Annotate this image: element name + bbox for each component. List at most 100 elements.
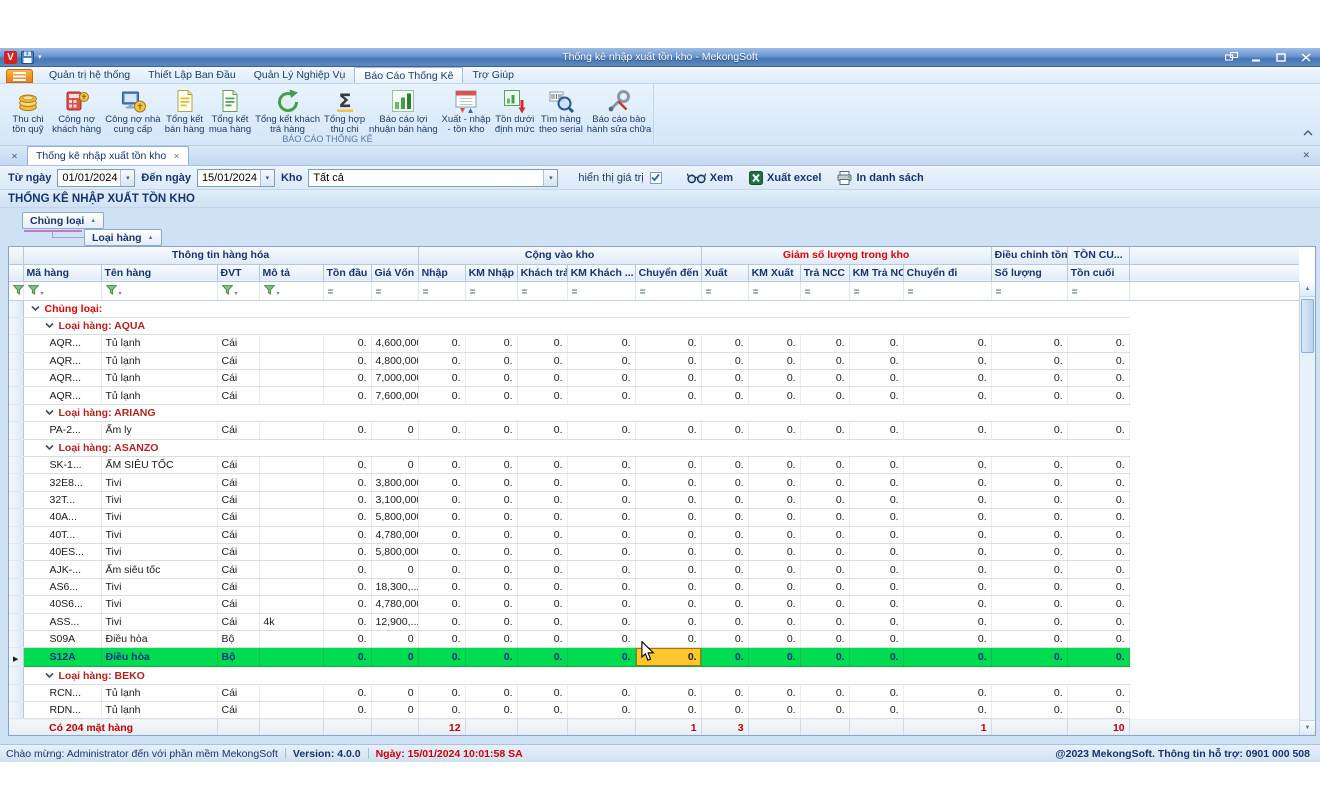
cell[interactable]: 0. [748, 335, 800, 352]
cell[interactable]: 0. [567, 648, 635, 667]
cell[interactable]: 0. [748, 578, 800, 595]
cell[interactable]: 40A... [23, 509, 101, 526]
ribbon-button[interactable]: Xuất - nhập- tồn kho [439, 86, 492, 136]
cell[interactable]: 0. [991, 491, 1067, 508]
group-row[interactable]: Chủng loại: [23, 300, 1129, 317]
cell[interactable]: 0. [465, 702, 517, 719]
cell[interactable]: 0. [1067, 474, 1129, 491]
group-by-button[interactable]: Loại hàng▲ [84, 229, 162, 246]
cell[interactable]: 0. [418, 474, 465, 491]
cell[interactable]: 0. [748, 352, 800, 369]
collapse-icon[interactable] [45, 320, 54, 332]
cell[interactable]: 0. [323, 457, 371, 474]
cell[interactable] [259, 561, 323, 578]
cell[interactable]: 0. [849, 630, 903, 647]
cell[interactable]: 0. [748, 543, 800, 560]
cell[interactable]: 0. [991, 613, 1067, 630]
cell[interactable]: 3,100,000 [371, 491, 418, 508]
to-date-input[interactable]: 15/01/2024 ▾ [197, 169, 275, 187]
collapse-icon[interactable] [45, 670, 54, 682]
cell[interactable]: 0 [371, 561, 418, 578]
cell[interactable]: 0 [371, 630, 418, 647]
cell[interactable]: 0. [991, 648, 1067, 667]
cell[interactable]: 0. [635, 543, 701, 560]
ribbon-button[interactable]: Báo cáo bảohành sửa chữa [585, 86, 653, 136]
cell[interactable]: 0. [800, 352, 849, 369]
filter-cell[interactable]: = [517, 281, 567, 300]
cell[interactable]: 0. [903, 684, 991, 701]
band-header[interactable]: Thông tin hàng hóa [23, 247, 418, 264]
cell[interactable]: 0. [748, 422, 800, 439]
ribbon-button[interactable]: Tổng kếtbán hàng [163, 86, 207, 136]
cell[interactable]: 0. [1067, 422, 1129, 439]
cell[interactable]: 0. [701, 491, 748, 508]
cell[interactable]: 0. [635, 474, 701, 491]
cell[interactable]: Ấm siêu tốc [101, 561, 217, 578]
cell[interactable]: 0. [323, 596, 371, 613]
filter-cell[interactable]: = [323, 281, 371, 300]
cell[interactable]: 4,780,000 [371, 526, 418, 543]
cell[interactable] [259, 543, 323, 560]
cell[interactable]: 0. [635, 352, 701, 369]
cell[interactable]: 5,800,000 [371, 509, 418, 526]
cell[interactable]: 0. [800, 613, 849, 630]
cell[interactable]: 0. [748, 702, 800, 719]
cell[interactable]: 0. [903, 630, 991, 647]
cell[interactable]: 0. [517, 702, 567, 719]
scroll-down-icon[interactable]: ▼ [1300, 720, 1315, 735]
cell[interactable]: 0. [323, 684, 371, 701]
cell[interactable]: 0. [903, 561, 991, 578]
column-header[interactable]: Trả NCC [800, 264, 849, 281]
cell[interactable]: 3,800,000 [371, 474, 418, 491]
cell[interactable]: 0. [1067, 702, 1129, 719]
cell[interactable]: 0. [517, 509, 567, 526]
cell[interactable]: AQR... [23, 370, 101, 387]
cell[interactable]: 0. [567, 422, 635, 439]
cell[interactable]: 0. [1067, 684, 1129, 701]
cell[interactable]: Bộ [217, 630, 259, 647]
cell[interactable]: 0. [903, 648, 991, 667]
cell[interactable]: 0. [991, 370, 1067, 387]
cell[interactable]: RCN... [23, 684, 101, 701]
cell[interactable] [259, 352, 323, 369]
cell[interactable] [259, 422, 323, 439]
column-header[interactable]: Tồn đầu [323, 264, 371, 281]
cell[interactable]: 0. [903, 543, 991, 560]
cell[interactable]: Cái [217, 335, 259, 352]
column-header[interactable]: ĐVT [217, 264, 259, 281]
cell[interactable]: 0. [567, 387, 635, 404]
column-header[interactable]: KM Trả NCC [849, 264, 903, 281]
cell[interactable]: 0. [800, 578, 849, 595]
cell[interactable]: 0. [418, 370, 465, 387]
cell[interactable]: 0. [701, 370, 748, 387]
show-values-checkbox[interactable] [650, 172, 662, 184]
band-header[interactable]: Điều chỉnh tồn [991, 247, 1067, 264]
filter-cell[interactable]: ▾ [101, 281, 217, 300]
cell[interactable]: AQR... [23, 335, 101, 352]
cell[interactable]: 0. [849, 702, 903, 719]
cell[interactable]: Tivi [101, 578, 217, 595]
cell[interactable]: 0. [991, 422, 1067, 439]
cell[interactable] [259, 578, 323, 595]
cell[interactable]: 0. [800, 457, 849, 474]
filter-cell[interactable]: = [800, 281, 849, 300]
cell[interactable]: 0. [800, 422, 849, 439]
cell[interactable]: 0. [1067, 561, 1129, 578]
band-header[interactable]: TỒN CU... [1067, 247, 1129, 264]
cell[interactable]: 0. [800, 335, 849, 352]
cell[interactable]: 0. [1067, 457, 1129, 474]
cell[interactable]: 0. [567, 684, 635, 701]
filter-cell[interactable]: = [849, 281, 903, 300]
filter-cell[interactable]: ▾ [259, 281, 323, 300]
cell[interactable]: 0. [567, 370, 635, 387]
cell[interactable]: 0. [849, 352, 903, 369]
cell[interactable]: 0. [903, 474, 991, 491]
cell[interactable]: 0. [465, 613, 517, 630]
cell[interactable]: 0. [517, 352, 567, 369]
cell[interactable] [259, 457, 323, 474]
column-header[interactable]: Xuất [701, 264, 748, 281]
cell[interactable]: 0. [418, 630, 465, 647]
group-row[interactable]: Loại hàng: ARIANG [23, 404, 1129, 421]
cell[interactable]: 0. [748, 370, 800, 387]
cell[interactable]: AS6... [23, 578, 101, 595]
